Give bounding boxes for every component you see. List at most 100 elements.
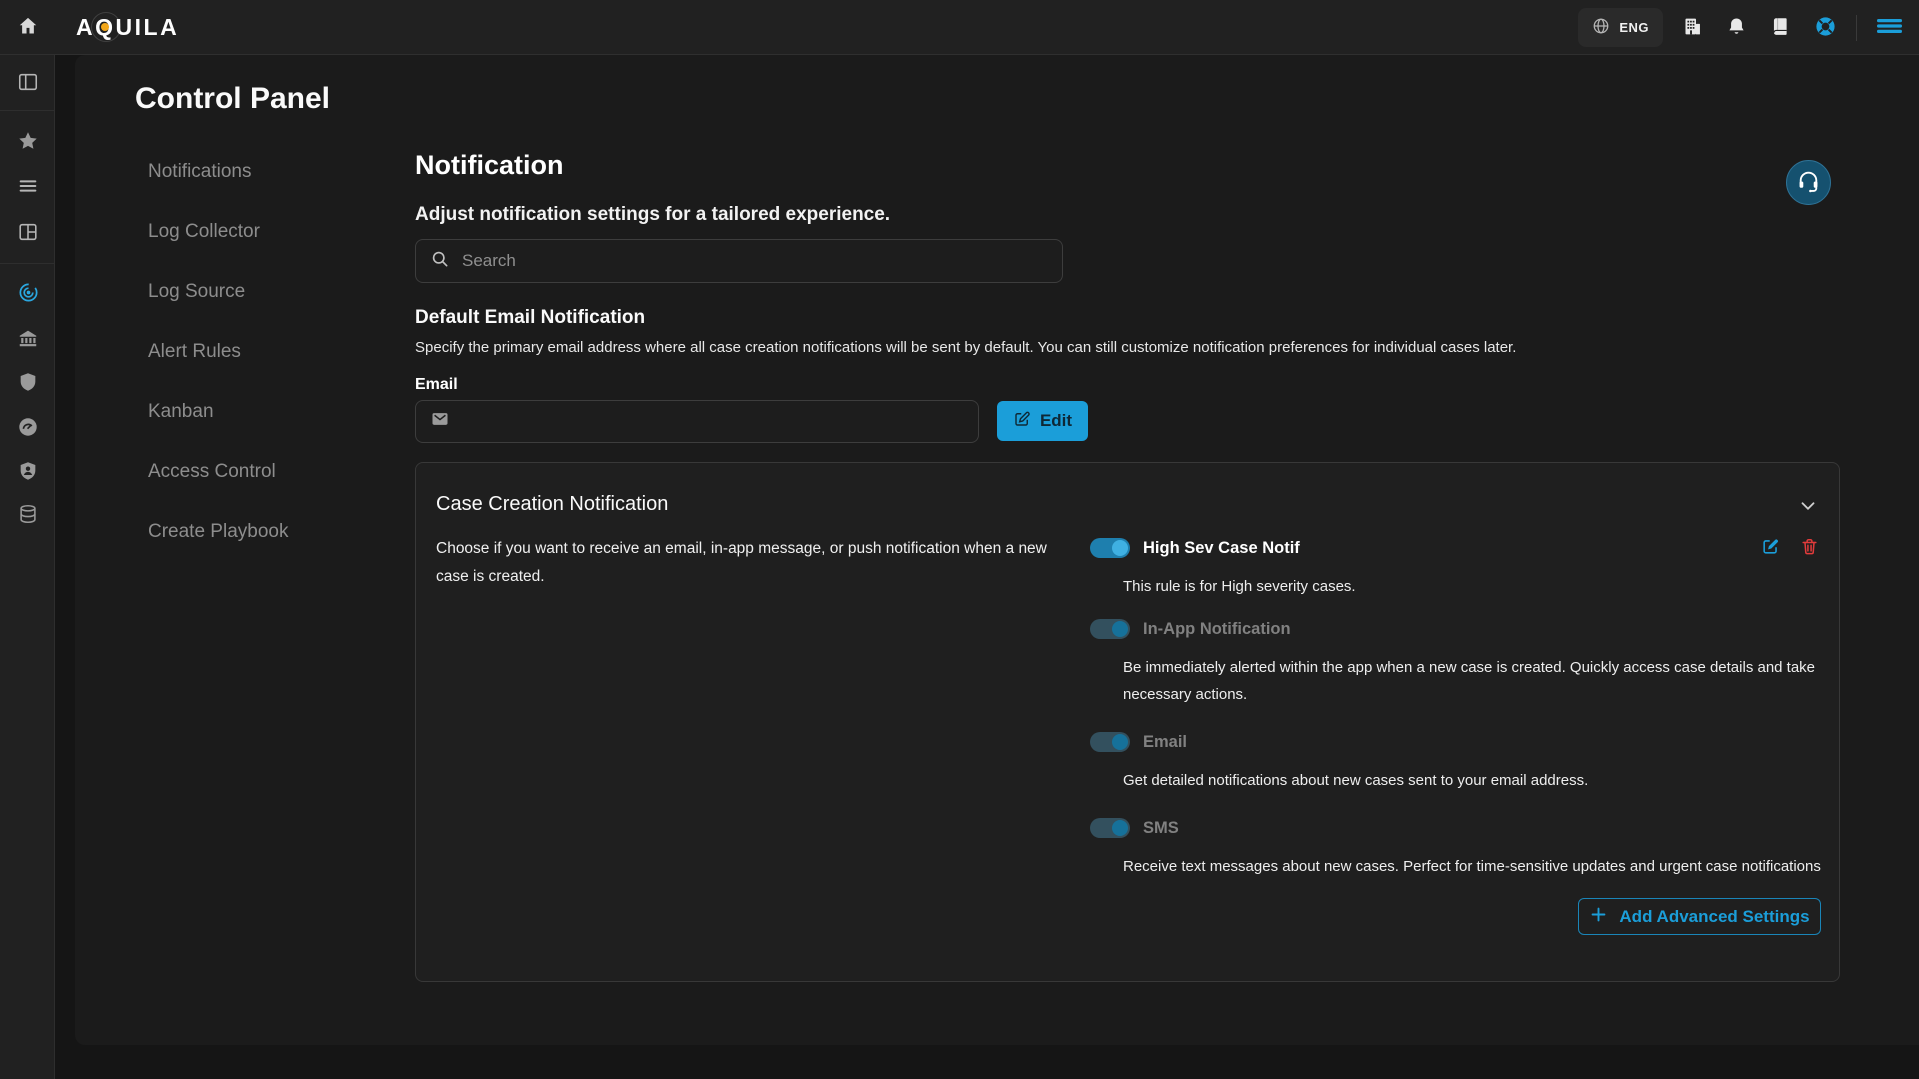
search-input[interactable] xyxy=(462,251,1062,271)
trash-icon xyxy=(1800,537,1819,559)
edit-label: Edit xyxy=(1040,411,1072,431)
search-box xyxy=(415,239,1063,283)
page-title: Control Panel xyxy=(135,82,330,116)
support-button[interactable] xyxy=(1810,11,1841,45)
sms-toggle[interactable] xyxy=(1090,818,1130,838)
edit-icon xyxy=(1013,410,1031,433)
shield-user-icon xyxy=(17,460,39,485)
docs-button[interactable] xyxy=(1766,12,1795,44)
home-button[interactable] xyxy=(10,10,45,45)
rail-list-button[interactable] xyxy=(10,169,46,205)
support-ring-icon xyxy=(1814,15,1837,41)
bell-icon xyxy=(1726,16,1747,40)
rail-access-button[interactable] xyxy=(10,454,46,490)
channel-in-app: In-App Notification Be immediately alert… xyxy=(1090,619,1821,708)
rail-layout-button[interactable] xyxy=(10,215,46,251)
channel-email: Email Get detailed notifications about n… xyxy=(1090,732,1821,794)
database-icon xyxy=(17,503,39,528)
rail-favorites-button[interactable] xyxy=(10,124,46,160)
menu-icon xyxy=(1876,15,1903,40)
channel-description: Get detailed notifications about new cas… xyxy=(1123,767,1828,794)
icon-rail xyxy=(0,55,55,1079)
channel-sms: SMS Receive text messages about new case… xyxy=(1090,818,1821,880)
menu-item-kanban[interactable]: Kanban xyxy=(148,382,378,442)
brand-logo: AQUILA xyxy=(76,0,179,55)
email-toggle[interactable] xyxy=(1090,732,1130,752)
list-icon xyxy=(17,175,39,200)
search-icon xyxy=(416,249,462,274)
channel-label: In-App Notification xyxy=(1143,620,1291,639)
gauge-icon xyxy=(17,416,39,441)
default-email-title: Default Email Notification xyxy=(415,307,645,329)
edit-email-button[interactable]: Edit xyxy=(997,401,1088,441)
in-app-toggle[interactable] xyxy=(1090,619,1130,639)
topbar-actions: ENG xyxy=(1578,0,1907,55)
email-label: Email xyxy=(415,376,458,394)
rule-row: High Sev Case Notif xyxy=(1090,535,1821,561)
topbar-divider xyxy=(1856,15,1857,41)
menu-item-notifications[interactable]: Notifications xyxy=(148,142,378,202)
edit-icon xyxy=(1761,537,1780,559)
language-label: ENG xyxy=(1619,20,1649,35)
menu-item-create-playbook[interactable]: Create Playbook xyxy=(148,502,378,562)
rail-gauge-button[interactable] xyxy=(10,410,46,446)
rail-separator xyxy=(0,110,54,111)
toggle-knob xyxy=(1112,540,1128,556)
card-title: Case Creation Notification xyxy=(436,493,668,516)
rule-delete-button[interactable] xyxy=(1798,535,1821,561)
add-advanced-settings-label: Add Advanced Settings xyxy=(1619,907,1809,927)
rail-database-button[interactable] xyxy=(10,497,46,533)
layout-grid-icon xyxy=(17,221,39,246)
toggle-knob xyxy=(1112,621,1128,637)
notifications-button[interactable] xyxy=(1722,12,1751,44)
rule-toggle[interactable] xyxy=(1090,538,1130,558)
section-title: Notification xyxy=(415,150,564,181)
toggle-knob xyxy=(1112,734,1128,750)
brand-q-mark: Q xyxy=(95,14,115,41)
settings-menu: Notifications Log Collector Log Source A… xyxy=(148,142,378,562)
channel-description: Receive text messages about new cases. P… xyxy=(1123,853,1828,880)
organization-button[interactable] xyxy=(1678,12,1707,44)
menu-item-alert-rules[interactable]: Alert Rules xyxy=(148,322,378,382)
case-creation-card: Case Creation Notification Choose if you… xyxy=(415,462,1840,982)
menu-item-access-control[interactable]: Access Control xyxy=(148,442,378,502)
rule-edit-button[interactable] xyxy=(1759,535,1782,561)
toggle-knob xyxy=(1112,820,1128,836)
rule-label: High Sev Case Notif xyxy=(1143,539,1300,558)
shield-icon xyxy=(17,371,39,396)
add-advanced-settings-button[interactable]: Add Advanced Settings xyxy=(1578,898,1821,935)
rail-side-panel-button[interactable] xyxy=(10,65,46,101)
headset-icon xyxy=(1796,169,1821,197)
target-icon xyxy=(17,281,40,307)
topbar: AQUILA ENG xyxy=(0,0,1919,55)
channel-label: Email xyxy=(1143,733,1187,752)
channel-row: SMS xyxy=(1090,818,1821,838)
language-selector[interactable]: ENG xyxy=(1578,8,1663,47)
channel-description: Be immediately alerted within the app wh… xyxy=(1123,654,1828,708)
globe-icon xyxy=(1592,17,1610,38)
menu-item-log-source[interactable]: Log Source xyxy=(148,262,378,322)
email-input[interactable] xyxy=(450,413,978,431)
email-box xyxy=(415,400,979,443)
section-subtitle: Adjust notification settings for a tailo… xyxy=(415,204,890,226)
menu-item-log-collector[interactable]: Log Collector xyxy=(148,202,378,262)
rule-description: This rule is for High severity cases. xyxy=(1123,578,1821,595)
channel-row: In-App Notification xyxy=(1090,619,1821,639)
rail-institution-button[interactable] xyxy=(10,321,46,357)
assistant-fab[interactable] xyxy=(1786,160,1831,205)
card-description: Choose if you want to receive an email, … xyxy=(436,535,1076,591)
main-menu-button[interactable] xyxy=(1872,11,1907,44)
add-row: Add Advanced Settings xyxy=(1090,898,1821,935)
channel-row: Email xyxy=(1090,732,1821,752)
rail-separator xyxy=(0,263,54,264)
plus-icon xyxy=(1589,905,1608,929)
channel-label: SMS xyxy=(1143,819,1179,838)
chevron-down-icon xyxy=(1797,505,1819,520)
bank-icon xyxy=(17,327,39,352)
organization-icon xyxy=(1682,16,1703,40)
rail-detection-button[interactable] xyxy=(10,276,46,312)
book-icon xyxy=(1770,16,1791,40)
rail-shield-button[interactable] xyxy=(10,365,46,401)
collapse-card-button[interactable] xyxy=(1795,493,1821,522)
mail-icon xyxy=(416,409,450,434)
